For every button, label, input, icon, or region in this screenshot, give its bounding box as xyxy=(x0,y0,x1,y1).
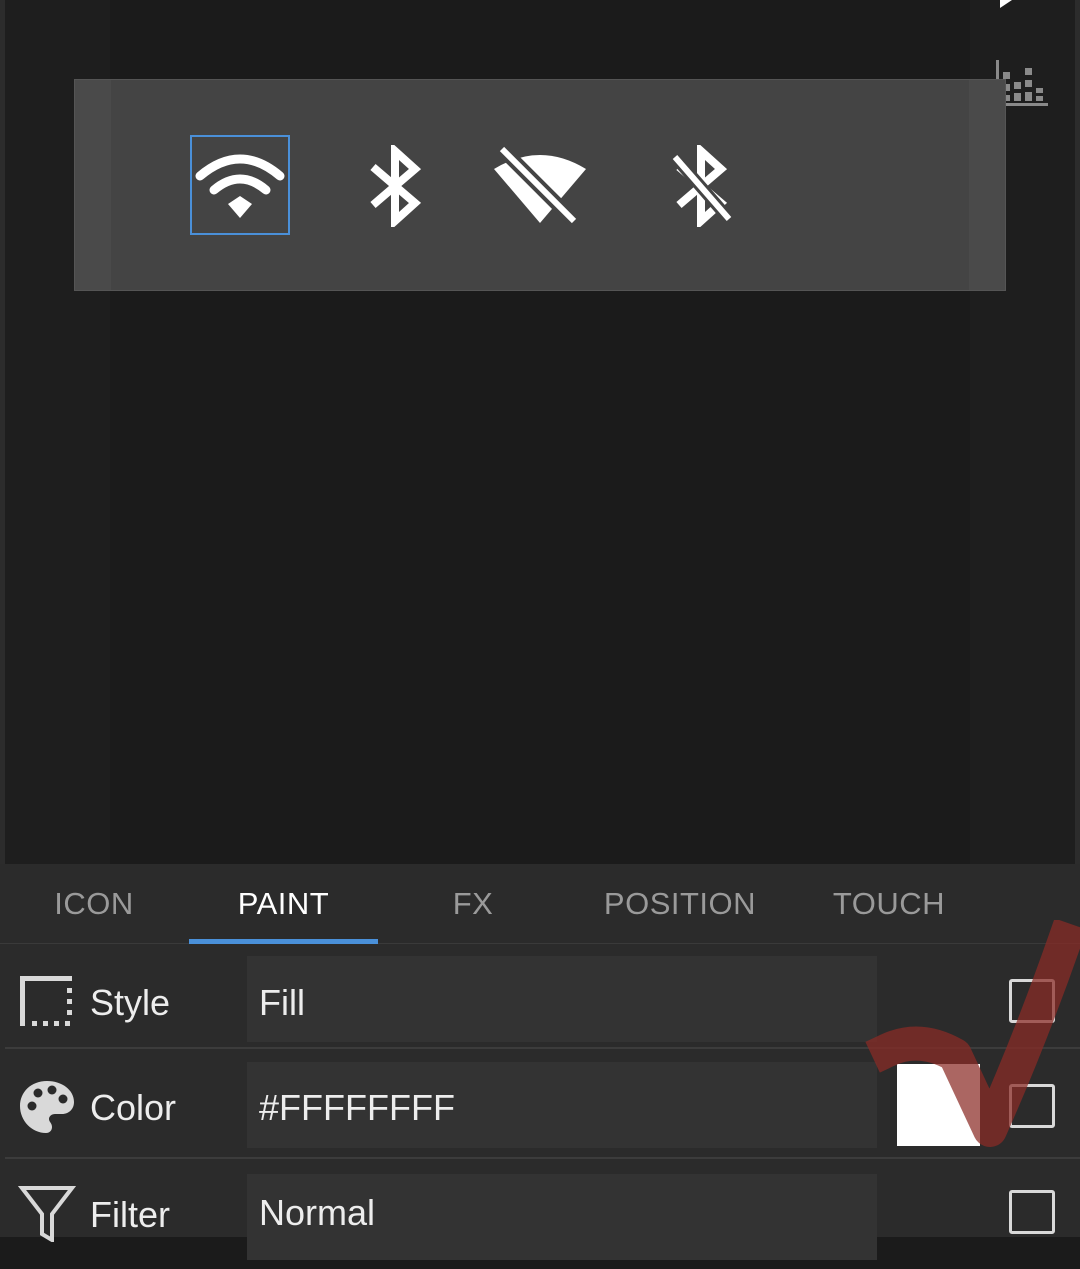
property-row-color[interactable]: Color #FFFFFFFF xyxy=(0,1054,1080,1159)
style-value: Fill xyxy=(259,982,305,1023)
wifi-off-icon[interactable] xyxy=(490,140,590,230)
tab-paint-label: PAINT xyxy=(237,886,330,921)
play-icon[interactable] xyxy=(998,0,1014,8)
widget-shade-right xyxy=(969,80,1005,290)
editor-tab-bar: ICON PAINT FX POSITION TOUCH xyxy=(0,864,1080,944)
row-divider xyxy=(5,1157,1080,1159)
filter-value: Normal xyxy=(259,1192,376,1233)
row-divider xyxy=(5,1047,1080,1049)
filter-checkbox[interactable] xyxy=(1009,1190,1055,1234)
tab-fx-label: FX xyxy=(452,886,494,921)
style-value-field[interactable] xyxy=(247,956,877,1042)
tab-touch[interactable]: TOUCH xyxy=(790,864,988,944)
bluetooth-icon[interactable] xyxy=(360,138,430,234)
tab-touch-label: TOUCH xyxy=(832,886,946,921)
bluetooth-off-icon[interactable] xyxy=(660,138,740,234)
color-value: #FFFFFFFF xyxy=(259,1087,455,1128)
tab-fx[interactable]: FX xyxy=(378,864,568,944)
widget-panel[interactable] xyxy=(74,79,1006,291)
color-checkbox[interactable] xyxy=(1009,1084,1055,1128)
preview-canvas[interactable] xyxy=(0,0,1080,864)
tab-icon-label: ICON xyxy=(54,886,134,921)
paint-properties-list: Style Fill Color #FFFFFFFF Filter Normal xyxy=(0,944,1080,1260)
tab-paint[interactable]: PAINT xyxy=(189,864,378,944)
color-swatch[interactable] xyxy=(897,1064,980,1146)
property-row-filter[interactable]: Filter Normal xyxy=(0,1164,1080,1269)
style-label: Style xyxy=(90,982,171,1023)
palette-icon xyxy=(20,1081,74,1133)
tab-position[interactable]: POSITION xyxy=(580,864,780,944)
tab-position-label: POSITION xyxy=(603,886,757,921)
color-label: Color xyxy=(90,1087,177,1128)
canvas-edge-right xyxy=(1075,0,1080,864)
wifi-icon[interactable] xyxy=(190,135,290,235)
filter-label: Filter xyxy=(90,1194,170,1235)
style-icon xyxy=(20,976,72,1026)
tab-icon[interactable]: ICON xyxy=(0,864,188,944)
filter-icon xyxy=(18,1186,76,1242)
style-checkbox[interactable] xyxy=(1009,979,1055,1023)
widget-shade-left xyxy=(75,80,111,290)
property-row-style[interactable]: Style Fill xyxy=(0,944,1080,1049)
